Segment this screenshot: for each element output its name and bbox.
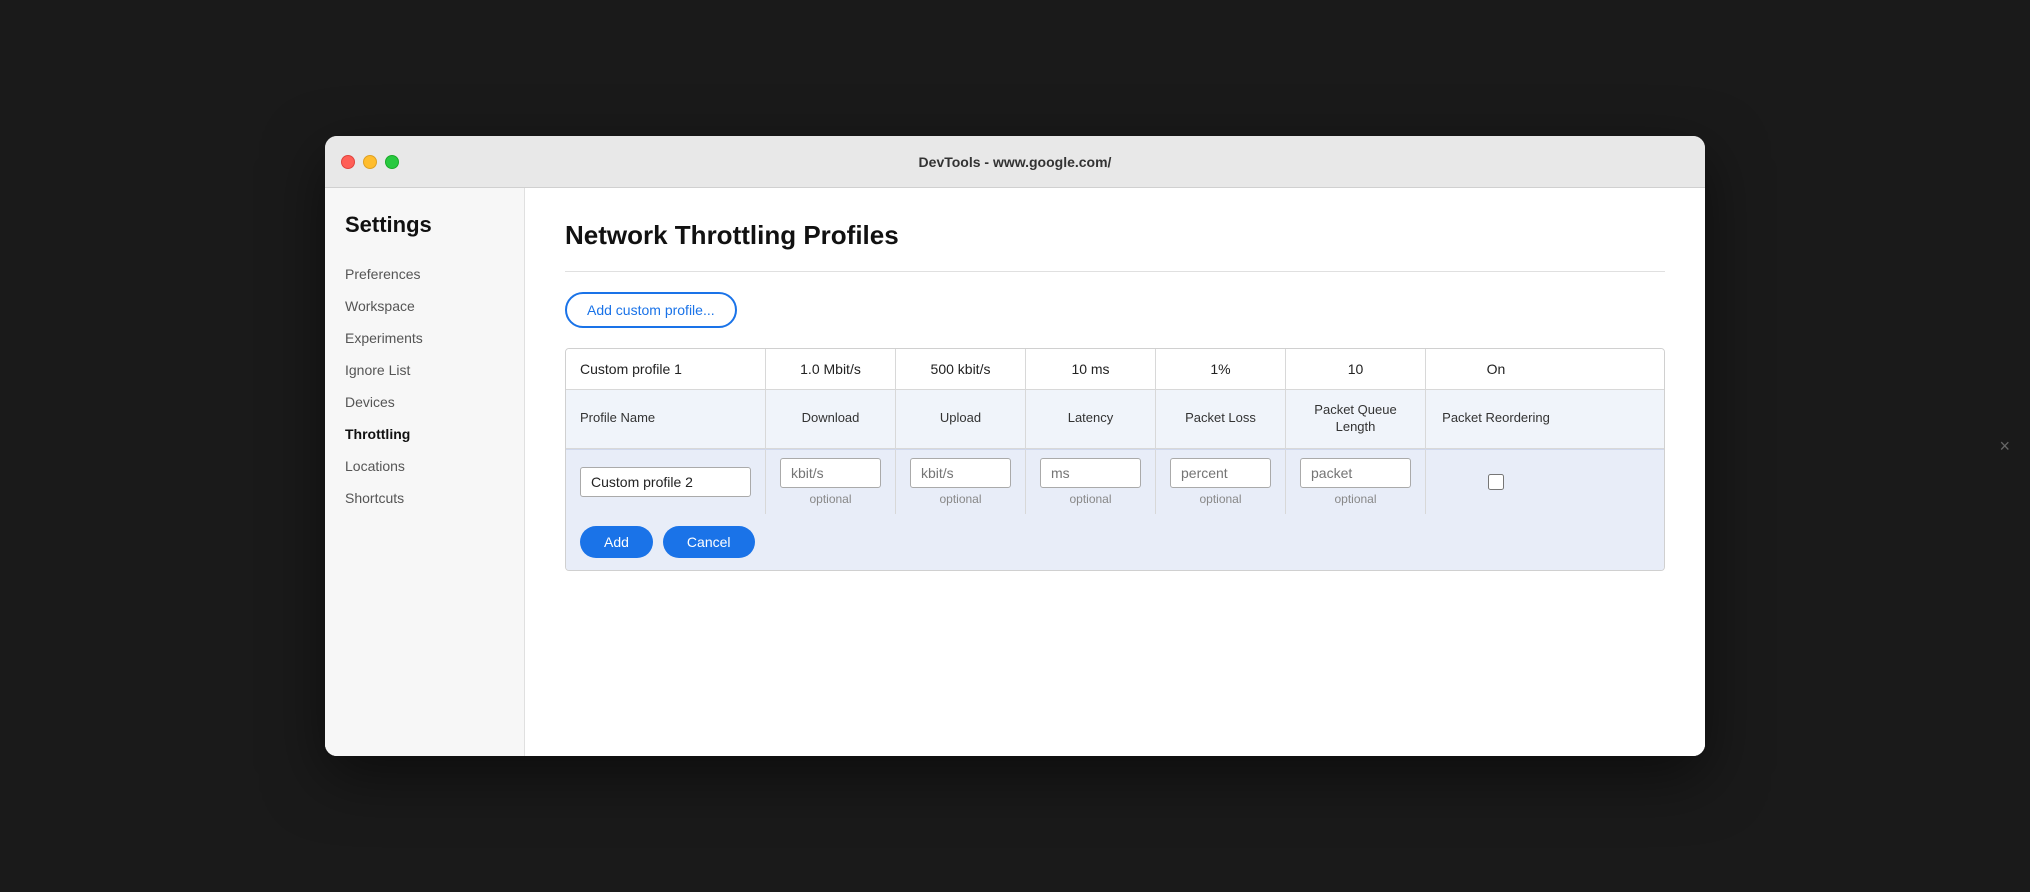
- packet-queue-input[interactable]: [1300, 458, 1411, 488]
- download-hint: optional: [809, 492, 851, 506]
- minimize-traffic-light[interactable]: [363, 155, 377, 169]
- sidebar-item-devices[interactable]: Devices: [325, 386, 524, 418]
- download-input[interactable]: [780, 458, 881, 488]
- upload-input[interactable]: [910, 458, 1011, 488]
- download-cell: 1.0 Mbit/s: [766, 349, 896, 389]
- packet-loss-input[interactable]: [1170, 458, 1271, 488]
- titlebar: DevTools - www.google.com/: [325, 136, 1705, 188]
- packet-loss-cell: 1%: [1156, 349, 1286, 389]
- latency-hint: optional: [1069, 492, 1111, 506]
- sidebar-item-throttling[interactable]: Throttling: [325, 418, 524, 450]
- profiles-table: Custom profile 1 1.0 Mbit/s 500 kbit/s 1…: [565, 348, 1665, 571]
- latency-input-cell: optional: [1026, 450, 1156, 514]
- sidebar-item-ignore-list[interactable]: Ignore List: [325, 354, 524, 386]
- add-custom-profile-button[interactable]: Add custom profile...: [565, 292, 737, 328]
- maximize-traffic-light[interactable]: [385, 155, 399, 169]
- upload-hint: optional: [939, 492, 981, 506]
- divider: [565, 271, 1665, 272]
- col-header-download: Download: [766, 390, 896, 448]
- packet-queue-input-cell: optional: [1286, 450, 1426, 514]
- packet-queue-cell: 10: [1286, 349, 1426, 389]
- devtools-window: DevTools - www.google.com/ Settings Pref…: [325, 136, 1705, 756]
- input-row: optional optional optional optional: [566, 450, 1664, 514]
- upload-cell: 500 kbit/s: [896, 349, 1026, 389]
- profile-name-input[interactable]: [580, 467, 751, 497]
- col-header-packet-loss: Packet Loss: [1156, 390, 1286, 448]
- sidebar-title: Settings: [325, 212, 524, 258]
- window-body: Settings Preferences Workspace Experimen…: [325, 188, 1705, 756]
- main-content: × Network Throttling Profiles Add custom…: [525, 188, 1705, 756]
- name-input-cell: [566, 450, 766, 514]
- page-title: Network Throttling Profiles: [565, 220, 1665, 251]
- packet-reorder-checkbox-cell: [1426, 450, 1566, 514]
- col-header-latency: Latency: [1026, 390, 1156, 448]
- download-input-cell: optional: [766, 450, 896, 514]
- table-row: Custom profile 1 1.0 Mbit/s 500 kbit/s 1…: [566, 349, 1664, 390]
- sidebar-item-shortcuts[interactable]: Shortcuts: [325, 482, 524, 514]
- packet-reorder-cell: On: [1426, 349, 1566, 389]
- profile-name-cell: Custom profile 1: [566, 349, 766, 389]
- col-header-packet-reorder: Packet Reordering: [1426, 390, 1566, 448]
- upload-input-cell: optional: [896, 450, 1026, 514]
- sidebar-item-experiments[interactable]: Experiments: [325, 322, 524, 354]
- packet-reorder-checkbox[interactable]: [1488, 474, 1504, 490]
- cancel-button[interactable]: Cancel: [663, 526, 755, 558]
- packet-queue-hint: optional: [1334, 492, 1376, 506]
- packet-loss-hint: optional: [1199, 492, 1241, 506]
- sidebar-item-preferences[interactable]: Preferences: [325, 258, 524, 290]
- table-header-row: Profile Name Download Upload Latency Pac…: [566, 390, 1664, 449]
- titlebar-title: DevTools - www.google.com/: [919, 154, 1112, 170]
- col-header-profile-name: Profile Name: [566, 390, 766, 448]
- latency-cell: 10 ms: [1026, 349, 1156, 389]
- close-traffic-light[interactable]: [341, 155, 355, 169]
- col-header-upload: Upload: [896, 390, 1026, 448]
- add-form-section: optional optional optional optional: [566, 449, 1664, 570]
- sidebar-item-locations[interactable]: Locations: [325, 450, 524, 482]
- latency-input[interactable]: [1040, 458, 1141, 488]
- packet-loss-input-cell: optional: [1156, 450, 1286, 514]
- sidebar: Settings Preferences Workspace Experimen…: [325, 188, 525, 756]
- sidebar-item-workspace[interactable]: Workspace: [325, 290, 524, 322]
- col-header-packet-queue: Packet Queue Length: [1286, 390, 1426, 448]
- add-button[interactable]: Add: [580, 526, 653, 558]
- actions-row: Add Cancel: [566, 514, 1664, 570]
- traffic-lights: [341, 155, 399, 169]
